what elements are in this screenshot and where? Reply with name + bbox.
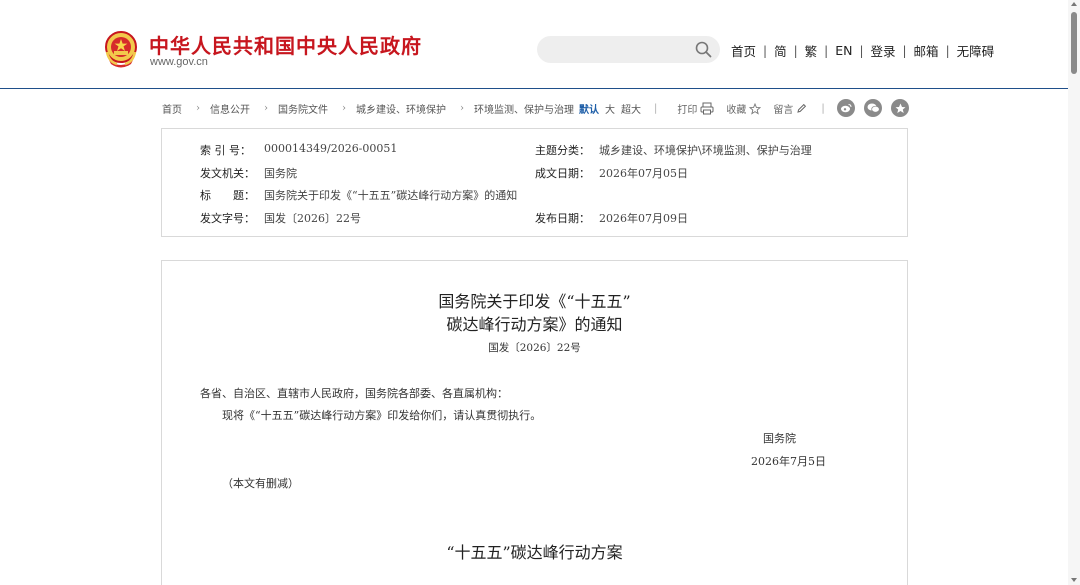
chevron-right-icon: › [342,103,346,114]
print-button[interactable]: 打印 [677,101,714,116]
site-name[interactable]: 中华人民共和国中央人民政府 [149,30,422,59]
nav-separator: | [824,43,829,58]
search-input[interactable] [537,36,720,63]
comment-button[interactable]: 留言 [773,101,807,116]
breadcrumb-state-council-docs[interactable]: 国务院文件 [278,101,328,116]
tools-separator: | [654,103,658,114]
site-header: 中华人民共和国中央人民政府 www.gov.cn 首页 | 简 | 繁 | EN… [0,0,1080,89]
meta-title-label: 标 题： [200,189,255,202]
breadcrumb-home[interactable]: 首页 [162,101,182,116]
wechat-icon[interactable] [864,99,882,117]
font-size-default[interactable]: 默认 [579,101,599,116]
top-nav: 首页 | 简 | 繁 | EN | 登录 | 邮箱 | 无障碍 [731,41,994,60]
qzone-icon[interactable] [891,99,909,117]
document-title-line1: 国务院关于印发《“十五五” [438,292,631,311]
nav-traditional[interactable]: 繁 [805,41,818,60]
meta-issuer-row: 发文机关： 国务院 [200,165,297,181]
pencil-icon [797,103,807,113]
share-icons [837,99,918,117]
signature: 国务院 [763,432,796,445]
breadcrumb: 首页 › 信息公开 › 国务院文件 › 城乡建设、环境保护 › 环境监测、保护与… [162,101,641,116]
plan-title: “十五五”碳达峰行动方案 [446,543,623,562]
national-emblem-icon[interactable] [103,30,139,70]
nav-separator: | [793,43,798,58]
meta-index-row: 索 引 号： 000014349/2026-00051 [200,142,397,158]
meta-published-row: 发布日期： 2026年07月09日 [535,210,688,226]
meta-docnum-label: 发文字号： [200,212,255,225]
body-paragraph: 现将《“十五五”碳达峰行动方案》印发给你们，请认真贯彻执行。 [222,409,542,422]
meta-topic-value: 城乡建设、环境保护\环境监测、保护与治理 [599,144,812,157]
breadcrumb-info-public[interactable]: 信息公开 [210,101,250,116]
nav-separator: | [902,43,907,58]
nav-login[interactable]: 登录 [870,41,895,60]
scroll-down-icon[interactable] [1071,578,1077,582]
issue-date: 2026年7月5日 [751,455,826,468]
salutation: 各省、自治区、直辖市人民政府，国务院各部委、各直属机构： [200,387,508,400]
nav-separator: | [763,43,768,58]
font-size-xlarge[interactable]: 超大 [621,101,641,116]
nav-home[interactable]: 首页 [731,41,756,60]
page-tools: | 打印 收藏 留言 | [654,101,825,116]
meta-issuer-label: 发文机关： [200,167,255,180]
chevron-right-icon: › [196,103,200,114]
font-size-switcher: 默认 大 超大 [576,101,641,116]
document-metadata: 索 引 号： 000014349/2026-00051 主题分类： 城乡建设、环… [161,128,908,237]
document-content: 国务院关于印发《“十五五” 碳达峰行动方案》的通知 国发〔2026〕22号 各省… [161,260,908,585]
breadcrumb-urban-env[interactable]: 城乡建设、环境保护 [356,101,446,116]
meta-index-label: 索 引 号： [200,144,251,157]
nav-simplified[interactable]: 简 [774,41,787,60]
star-icon [749,102,762,115]
abridged-note: （本文有删减） [222,477,299,490]
meta-written-label: 成文日期： [535,167,590,180]
meta-published-value: 2026年07月09日 [599,212,688,225]
printer-icon [700,102,714,115]
weibo-icon[interactable] [837,99,855,117]
nav-mail[interactable]: 邮箱 [914,41,939,60]
meta-written-value: 2026年07月05日 [599,167,688,180]
scroll-thumb[interactable] [1071,12,1077,74]
print-label: 打印 [677,105,698,116]
nav-separator: | [945,43,950,58]
breadcrumb-env-monitoring[interactable]: 环境监测、保护与治理 [474,101,574,116]
chevron-right-icon: › [264,103,268,114]
search-icon[interactable] [695,41,712,58]
meta-docnum-value: 国发〔2026〕22号 [264,212,361,225]
chevron-right-icon: › [460,103,464,114]
meta-published-label: 发布日期： [535,212,590,225]
meta-docnum-row: 发文字号： 国发〔2026〕22号 [200,210,361,226]
site-url: www.gov.cn [150,56,208,68]
meta-title-value: 国务院关于印发《“十五五”碳达峰行动方案》的通知 [264,189,518,202]
meta-written-row: 成文日期： 2026年07月05日 [535,165,688,181]
meta-topic-row: 主题分类： 城乡建设、环境保护\环境监测、保护与治理 [535,142,812,158]
favorite-button[interactable]: 收藏 [726,101,762,116]
favorite-label: 收藏 [726,105,747,116]
page-scrollbar[interactable] [1068,0,1080,585]
nav-english[interactable]: EN [835,43,852,58]
tools-separator: | [821,103,825,114]
meta-title-row: 标 题： 国务院关于印发《“十五五”碳达峰行动方案》的通知 [200,187,517,203]
document-title-line2: 碳达峰行动方案》的通知 [446,315,623,334]
document-number: 国发〔2026〕22号 [488,342,581,354]
scroll-up-icon[interactable] [1071,2,1077,6]
comment-label: 留言 [773,105,794,116]
meta-index-value: 000014349/2026-00051 [264,142,398,155]
meta-issuer-value: 国务院 [264,167,297,180]
meta-topic-label: 主题分类： [535,144,590,157]
nav-separator: | [859,43,864,58]
nav-accessibility[interactable]: 无障碍 [957,41,995,60]
font-size-large[interactable]: 大 [605,101,615,116]
